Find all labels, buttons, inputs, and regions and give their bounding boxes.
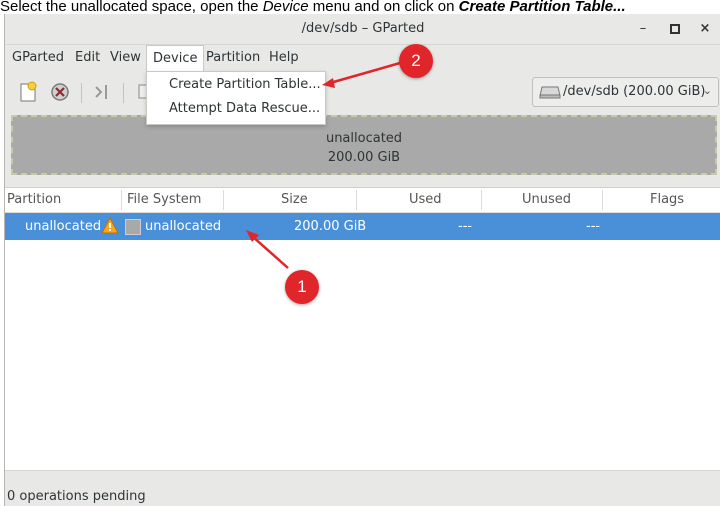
disk-map-size: 200.00 GiB xyxy=(327,150,401,165)
column-header-flags[interactable]: Flags xyxy=(650,192,684,207)
warning-icon xyxy=(101,217,119,234)
column-header-filesystem[interactable]: File System xyxy=(127,192,201,207)
callout-2: 2 xyxy=(399,44,433,78)
toolbar-separator xyxy=(81,83,82,103)
close-button[interactable]: × xyxy=(695,20,715,38)
column-header-partition[interactable]: Partition xyxy=(7,192,61,207)
minimize-button[interactable]: – xyxy=(633,20,653,38)
column-separator xyxy=(481,190,482,210)
device-selector-label: /dev/sdb (200.00 GiB) xyxy=(563,84,706,99)
cell-partition: unallocated xyxy=(25,219,102,234)
table-row[interactable]: unallocated unallocated 200.00 GiB --- -… xyxy=(5,213,720,240)
delete-partition-icon[interactable] xyxy=(49,81,71,103)
menu-bar: GParted Edit View Device Partition Help xyxy=(5,45,720,72)
menu-help[interactable]: Help xyxy=(269,50,299,65)
menu-device[interactable]: Device xyxy=(146,45,205,72)
menu-view[interactable]: View xyxy=(110,50,141,65)
cell-used: --- xyxy=(458,219,473,234)
cell-size: 200.00 GiB xyxy=(294,219,367,234)
menu-edit[interactable]: Edit xyxy=(75,50,100,65)
cell-filesystem: unallocated xyxy=(145,219,222,234)
column-separator xyxy=(602,190,603,210)
column-header-size[interactable]: Size xyxy=(281,192,308,207)
disk-map-label: unallocated xyxy=(325,131,403,146)
column-separator xyxy=(223,190,224,210)
chevron-down-icon: ⌄ xyxy=(702,84,712,97)
resize-move-icon[interactable] xyxy=(91,81,113,103)
column-separator xyxy=(356,190,357,210)
status-bar: 0 operations pending xyxy=(5,470,720,507)
device-menu-dropdown: Create Partition Table... Attempt Data R… xyxy=(146,71,326,125)
instruction-text: Select the unallocated space, open the D… xyxy=(0,0,626,14)
menu-item-create-partition-table[interactable]: Create Partition Table... xyxy=(169,77,321,92)
title-bar: /dev/sdb – GParted – × xyxy=(5,14,720,45)
column-header-unused[interactable]: Unused xyxy=(522,192,571,207)
maximize-button[interactable] xyxy=(665,20,685,38)
table-header: Partition File System Size Used Unused F… xyxy=(5,188,720,213)
window-title: /dev/sdb – GParted xyxy=(301,21,425,36)
column-header-used[interactable]: Used xyxy=(409,192,442,207)
menu-item-attempt-data-rescue[interactable]: Attempt Data Rescue... xyxy=(169,101,320,116)
partition-table: Partition File System Size Used Unused F… xyxy=(5,187,720,471)
filesystem-color-swatch xyxy=(125,219,141,235)
gparted-window: /dev/sdb – GParted – × GParted Edit View… xyxy=(4,14,720,506)
disk-icon xyxy=(539,86,561,99)
device-selector[interactable]: /dev/sdb (200.00 GiB) ⌄ xyxy=(532,77,719,107)
menu-gparted[interactable]: GParted xyxy=(12,50,64,65)
status-text: 0 operations pending xyxy=(7,489,146,504)
toolbar-separator xyxy=(123,83,124,103)
cell-unused: --- xyxy=(586,219,601,234)
callout-1: 1 xyxy=(285,270,319,304)
new-partition-icon[interactable] xyxy=(17,81,39,103)
disk-map-unallocated[interactable]: unallocated 200.00 GiB xyxy=(11,115,717,175)
column-separator xyxy=(121,190,122,210)
menu-partition[interactable]: Partition xyxy=(206,50,260,65)
maximize-icon xyxy=(670,24,680,34)
